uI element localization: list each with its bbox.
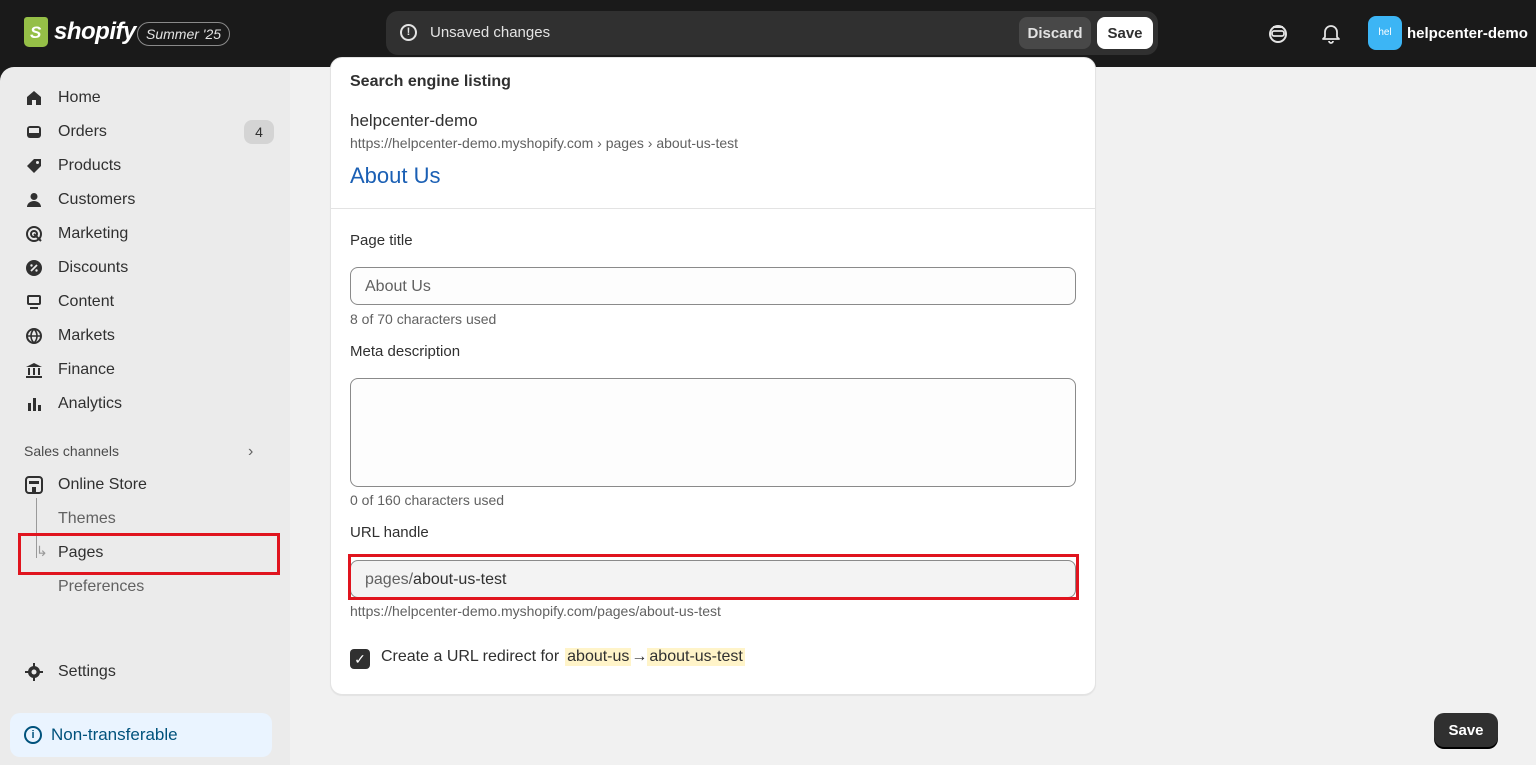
sidebar-item-label: Discounts	[58, 259, 129, 276]
sidebar-item-label: Marketing	[58, 225, 129, 242]
preview-url: https://helpcenter-demo.myshopify.com › …	[350, 135, 739, 151]
sidebar-item-label: Home	[58, 89, 101, 106]
sidebar-item-settings[interactable]: Settings	[24, 658, 278, 686]
brand-name: shopify	[54, 18, 136, 45]
save-button-top[interactable]: Save	[1097, 17, 1153, 49]
sidebar-item-content[interactable]: Content	[24, 288, 278, 316]
sidebar-item-products[interactable]: Products	[24, 152, 278, 180]
chart-icon	[24, 394, 44, 414]
sidebar: Home Orders 4 Products Customers Marketi…	[0, 67, 290, 765]
sidebar-item-label: Customers	[58, 191, 136, 208]
sidebar-item-label: Content	[58, 293, 115, 310]
preview-store-name: helpcenter-demo	[350, 111, 478, 130]
person-icon	[24, 190, 44, 210]
redirect-from: about-us	[565, 648, 632, 666]
alert-icon: !	[400, 24, 417, 41]
sidebar-item-marketing[interactable]: Marketing	[24, 220, 278, 248]
globe-icon	[24, 326, 44, 346]
edition-badge[interactable]: Summer '25	[137, 22, 231, 46]
redirect-text: Create a URL redirect for	[381, 648, 560, 665]
page-title-input[interactable]: About Us	[350, 267, 1076, 305]
divider	[331, 208, 1095, 209]
account-menu[interactable]: hel helpcenter-demo	[1368, 16, 1528, 50]
sidekick-icon[interactable]	[1267, 22, 1289, 44]
sidebar-subitem-themes[interactable]: Themes	[58, 510, 116, 528]
store-icon	[24, 475, 44, 495]
sidebar-subitem-preferences[interactable]: Preferences	[58, 578, 144, 596]
sidebar-item-discounts[interactable]: Discounts	[24, 254, 278, 282]
sidebar-item-analytics[interactable]: Analytics	[24, 390, 278, 418]
section-title: Search engine listing	[350, 73, 511, 90]
inbox-icon	[24, 122, 44, 142]
gear-icon	[24, 662, 44, 682]
main-content: Search engine listing helpcenter-demo ht…	[290, 57, 1536, 765]
content-icon	[24, 292, 44, 312]
info-icon: i	[24, 726, 42, 744]
meta-description-helper: 0 of 160 characters used	[350, 492, 505, 508]
sidebar-item-label: Settings	[58, 663, 116, 680]
orders-count-badge: 4	[244, 120, 274, 144]
pages-highlight-box	[18, 533, 280, 575]
sidebar-item-markets[interactable]: Markets	[24, 322, 278, 350]
meta-description-label: Meta description	[350, 343, 461, 360]
url-handle-label: URL handle	[350, 524, 429, 541]
shopify-logo[interactable]: shopify	[24, 17, 136, 47]
non-transferable-banner[interactable]: i Non-transferable	[10, 713, 272, 757]
redirect-to: about-us-test	[647, 648, 745, 666]
page-title-helper: 8 of 70 characters used	[350, 311, 497, 327]
redirect-label: Create a URL redirect for about-us → about…	[381, 648, 745, 666]
sidebar-item-label: Markets	[58, 327, 115, 344]
store-name: helpcenter-demo	[1407, 24, 1528, 42]
sales-channels-heading: Sales channels	[24, 443, 119, 459]
sidebar-item-home[interactable]: Home	[24, 84, 278, 112]
tag-icon	[24, 156, 44, 176]
unsaved-changes-text: Unsaved changes	[430, 24, 551, 41]
page-title-label: Page title	[350, 232, 413, 249]
sidebar-item-finance[interactable]: Finance	[24, 356, 278, 384]
discount-icon	[24, 258, 44, 278]
bank-icon	[24, 360, 44, 380]
discard-button[interactable]: Discard	[1019, 17, 1091, 49]
url-handle-highlight-box	[348, 554, 1079, 600]
bell-icon[interactable]	[1320, 22, 1342, 44]
save-button[interactable]: Save	[1434, 713, 1498, 747]
meta-description-textarea[interactable]	[350, 378, 1076, 487]
chevron-right-icon[interactable]: ›	[248, 443, 253, 461]
sidebar-item-label: Online Store	[58, 476, 147, 493]
url-full-helper: https://helpcenter-demo.myshopify.com/pa…	[350, 603, 721, 619]
sidebar-item-customers[interactable]: Customers	[24, 186, 278, 214]
unsaved-changes-bar: ! Unsaved changes Discard Save	[386, 11, 1158, 55]
non-transferable-label: Non-transferable	[51, 725, 178, 744]
sidebar-item-label: Finance	[58, 361, 115, 378]
sidebar-item-orders[interactable]: Orders 4	[24, 118, 278, 146]
avatar: hel	[1368, 16, 1402, 50]
shopify-bag-icon	[24, 17, 48, 47]
sidebar-item-label: Orders	[58, 123, 107, 140]
seo-card: Search engine listing helpcenter-demo ht…	[330, 57, 1096, 695]
sidebar-item-label: Analytics	[58, 395, 123, 412]
redirect-checkbox[interactable]: ✓	[350, 649, 370, 669]
target-icon	[24, 224, 44, 244]
sidebar-item-label: Products	[58, 157, 122, 174]
arrow-icon: →	[631, 648, 648, 665]
home-icon	[24, 88, 44, 108]
preview-title: About Us	[350, 163, 441, 188]
sidebar-item-online-store[interactable]: Online Store	[24, 471, 278, 499]
